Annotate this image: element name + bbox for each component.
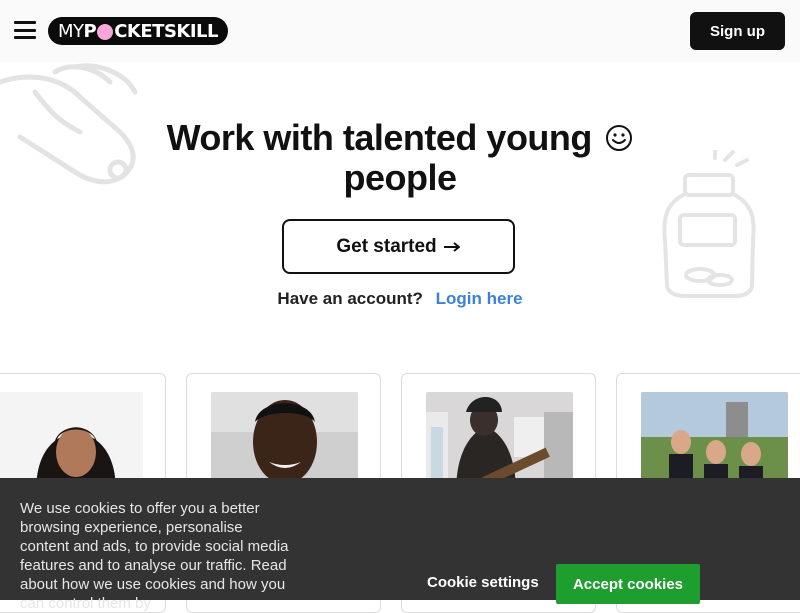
profile-photo bbox=[426, 392, 573, 492]
hero-heading: Work with talented young people bbox=[140, 118, 660, 198]
hero-heading-line2: people bbox=[343, 157, 457, 198]
profile-photo bbox=[211, 392, 358, 492]
accept-cookies-button[interactable]: Accept cookies bbox=[556, 564, 700, 604]
smiley-face-icon bbox=[606, 125, 633, 151]
cookie-message: We use cookies to offer you a better bro… bbox=[20, 500, 289, 612]
profile-photo bbox=[0, 392, 143, 492]
hero-heading-line1: Work with talented young bbox=[166, 117, 593, 158]
mypocketskill-logo[interactable]: MY P CKETSKILL bbox=[48, 17, 228, 45]
get-started-label: Get started bbox=[336, 235, 437, 257]
logo-piggy-icon bbox=[97, 24, 114, 40]
logo-text-my: MY bbox=[57, 20, 84, 42]
get-started-button[interactable]: Get started bbox=[282, 219, 515, 274]
have-account-text: Have an account? bbox=[277, 289, 423, 308]
login-prompt: Have an account? Login here bbox=[0, 289, 800, 309]
cookie-settings-button[interactable]: Cookie settings bbox=[427, 574, 539, 591]
top-nav-bar: MY P CKETSKILL Sign up bbox=[0, 0, 800, 62]
cookie-consent-banner: We use cookies to offer you a better bro… bbox=[0, 478, 800, 612]
sign-up-button[interactable]: Sign up bbox=[690, 12, 785, 50]
hamburger-menu-icon[interactable] bbox=[14, 21, 36, 39]
jar-illustration-icon bbox=[662, 150, 756, 298]
hand-illustration-icon bbox=[0, 63, 138, 185]
arrow-right-icon bbox=[443, 241, 460, 252]
logo-text-rest: CKETSKILL bbox=[114, 20, 218, 42]
login-link[interactable]: Login here bbox=[436, 289, 523, 308]
profile-photo bbox=[641, 392, 788, 492]
